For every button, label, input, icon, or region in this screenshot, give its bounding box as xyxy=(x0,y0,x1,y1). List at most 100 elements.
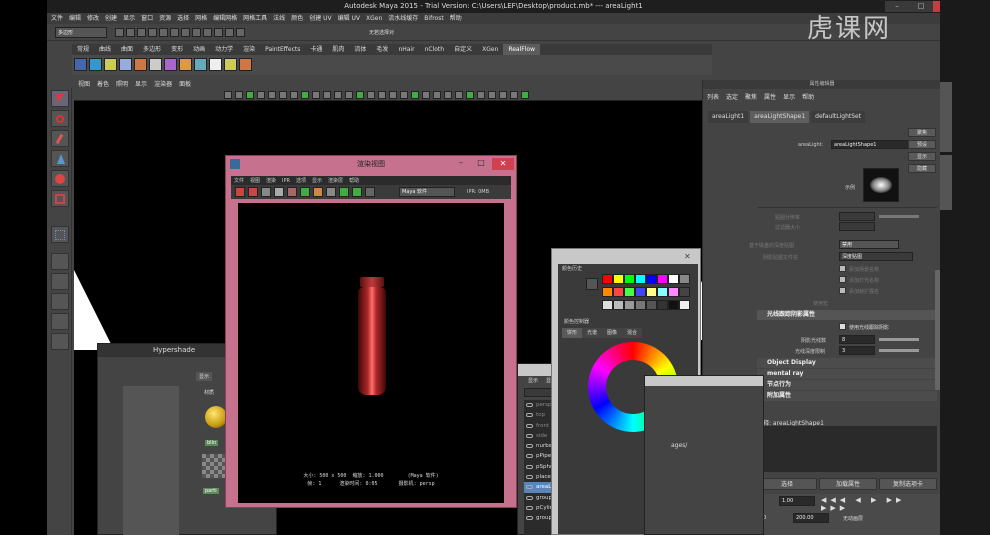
main-menu-item[interactable]: 法线 xyxy=(273,15,285,22)
color-mode-tab[interactable]: 图像 xyxy=(602,328,623,338)
viewport-tool-icon[interactable] xyxy=(290,91,298,99)
side-tab-modeling-toolkit[interactable] xyxy=(940,155,952,210)
viewport-tool-icon[interactable] xyxy=(499,91,507,99)
current-frame-field[interactable]: 1.00 xyxy=(779,496,815,506)
color-swatch[interactable] xyxy=(613,300,624,310)
viewport-tool-icon[interactable] xyxy=(312,91,320,99)
layout-side-icon[interactable] xyxy=(51,293,69,310)
color-swatch[interactable] xyxy=(613,274,624,284)
main-menu-item[interactable]: 颜色 xyxy=(291,15,303,22)
show-button[interactable]: 显示 xyxy=(908,152,936,161)
main-menu-item[interactable]: 编辑 xyxy=(69,15,81,22)
ray-depth-field[interactable]: 3 xyxy=(839,346,875,355)
main-menu-item[interactable]: 帮助 xyxy=(450,15,462,22)
attribute-menu-item[interactable]: 选定 xyxy=(726,94,738,101)
section-object-display[interactable]: Object Display xyxy=(757,358,937,368)
color-swatch[interactable] xyxy=(657,300,668,310)
render-menu-item[interactable]: 渲染 xyxy=(266,178,276,184)
dmap-resolution-field[interactable] xyxy=(839,212,875,221)
shelf-tool-icon[interactable] xyxy=(104,58,117,71)
viewport-tool-icon[interactable] xyxy=(334,91,342,99)
shelf-tool-icon[interactable] xyxy=(134,58,147,71)
snap-tool-icon[interactable] xyxy=(51,226,69,243)
shelf-tab[interactable]: 常规 xyxy=(72,44,94,55)
color-chooser-close-icon[interactable]: ✕ xyxy=(684,252,691,261)
shelf-tab[interactable]: nHair xyxy=(393,44,419,55)
viewport-tool-icon[interactable] xyxy=(367,91,375,99)
shelf-tab[interactable]: 流体 xyxy=(349,44,371,55)
status-tool-icon[interactable] xyxy=(170,28,179,37)
main-menu-item[interactable]: Bifrost xyxy=(424,15,443,22)
main-menu-item[interactable]: 资源 xyxy=(159,15,171,22)
render-tool-icon[interactable] xyxy=(287,187,297,197)
section-mental-ray[interactable]: mental ray xyxy=(757,369,937,379)
paint-select-tool-icon[interactable] xyxy=(51,130,69,147)
layout-stack-icon[interactable] xyxy=(51,313,69,330)
viewport-tool-icon[interactable] xyxy=(422,91,430,99)
focus-button[interactable]: 聚焦 xyxy=(908,128,936,137)
main-menu-item[interactable]: 选择 xyxy=(177,15,189,22)
viewport-tool-icon[interactable] xyxy=(279,91,287,99)
attribute-menu-item[interactable]: 显示 xyxy=(783,94,795,101)
blinn-material-swatch[interactable] xyxy=(205,406,227,428)
render-tool-icon[interactable] xyxy=(248,187,258,197)
shelf-tab[interactable]: 多边形 xyxy=(138,44,166,55)
render-menu-item[interactable]: 渲染层 xyxy=(328,178,343,184)
viewport-tool-icon[interactable] xyxy=(268,91,276,99)
main-menu-item[interactable]: XGen xyxy=(366,15,382,22)
main-menu-item[interactable]: 编辑 UV xyxy=(338,15,360,22)
color-swatch[interactable] xyxy=(679,287,690,297)
scale-tool-icon[interactable] xyxy=(51,190,69,207)
attribute-tab[interactable]: areaLight1 xyxy=(708,111,749,123)
color-swatch[interactable] xyxy=(679,274,690,284)
status-tool-icon[interactable] xyxy=(181,28,190,37)
viewport-menu-item[interactable]: 渲染器 xyxy=(154,81,172,88)
color-swatch[interactable] xyxy=(602,274,613,284)
render-tool-icon[interactable] xyxy=(235,187,245,197)
render-tool-icon[interactable] xyxy=(300,187,310,197)
shelf-tab[interactable]: XGen xyxy=(477,44,503,55)
shelf-tool-icon[interactable] xyxy=(179,58,192,71)
attribute-menu-item[interactable]: 聚焦 xyxy=(745,94,757,101)
main-menu-item[interactable]: 编辑网格 xyxy=(213,15,237,22)
shelf-tool-icon[interactable] xyxy=(149,58,162,71)
render-tool-icon[interactable] xyxy=(365,187,375,197)
shadow-rays-field[interactable]: 8 xyxy=(839,335,875,344)
copy-tab-button[interactable]: 复制选项卡 xyxy=(879,478,937,490)
render-maximize-icon[interactable]: □ xyxy=(472,158,490,170)
color-swatch[interactable] xyxy=(646,287,657,297)
layout-single-icon[interactable] xyxy=(51,253,69,270)
load-attributes-button[interactable]: 加载属性 xyxy=(819,478,877,490)
main-menu-item[interactable]: 网格工具 xyxy=(243,15,267,22)
playback-controls[interactable]: ◀◀◀ ◀ ▶ ▶▶ ▶▶▶ xyxy=(821,496,931,512)
viewport-tool-icon[interactable] xyxy=(345,91,353,99)
range-end-field[interactable]: 200.00 xyxy=(793,513,829,523)
viewport-menu-item[interactable]: 照明 xyxy=(116,81,128,88)
color-swatch[interactable] xyxy=(624,300,635,310)
render-tool-icon[interactable] xyxy=(339,187,349,197)
viewport-tool-icon[interactable] xyxy=(323,91,331,99)
main-menu-item[interactable]: 窗口 xyxy=(141,15,153,22)
shelf-tool-icon[interactable] xyxy=(239,58,252,71)
status-tool-icon[interactable] xyxy=(236,28,245,37)
render-tool-icon[interactable] xyxy=(261,187,271,197)
main-menu-item[interactable]: 创建 xyxy=(105,15,117,22)
notes-field[interactable] xyxy=(757,426,937,472)
viewport-tool-icon[interactable] xyxy=(356,91,364,99)
color-swatch[interactable] xyxy=(668,274,679,284)
render-menu-item[interactable]: 文件 xyxy=(234,178,244,184)
color-swatch[interactable] xyxy=(646,274,657,284)
viewport-menu-item[interactable]: 着色 xyxy=(97,81,109,88)
viewport-tool-icon[interactable] xyxy=(488,91,496,99)
viewport-tool-icon[interactable] xyxy=(444,91,452,99)
shelf-tab[interactable]: RealFlow xyxy=(503,44,540,55)
based-on-dropdown[interactable]: 禁用 xyxy=(839,240,899,249)
status-tool-icon[interactable] xyxy=(192,28,201,37)
shelf-tool-icon[interactable] xyxy=(209,58,222,71)
viewport-tool-icon[interactable] xyxy=(466,91,474,99)
color-swatch[interactable] xyxy=(624,274,635,284)
viewport-tool-icon[interactable] xyxy=(411,91,419,99)
dmap-name-field[interactable]: 深度贴图 xyxy=(839,252,913,261)
shelf-tool-icon[interactable] xyxy=(194,58,207,71)
attribute-menu-item[interactable]: 列表 xyxy=(707,94,719,101)
